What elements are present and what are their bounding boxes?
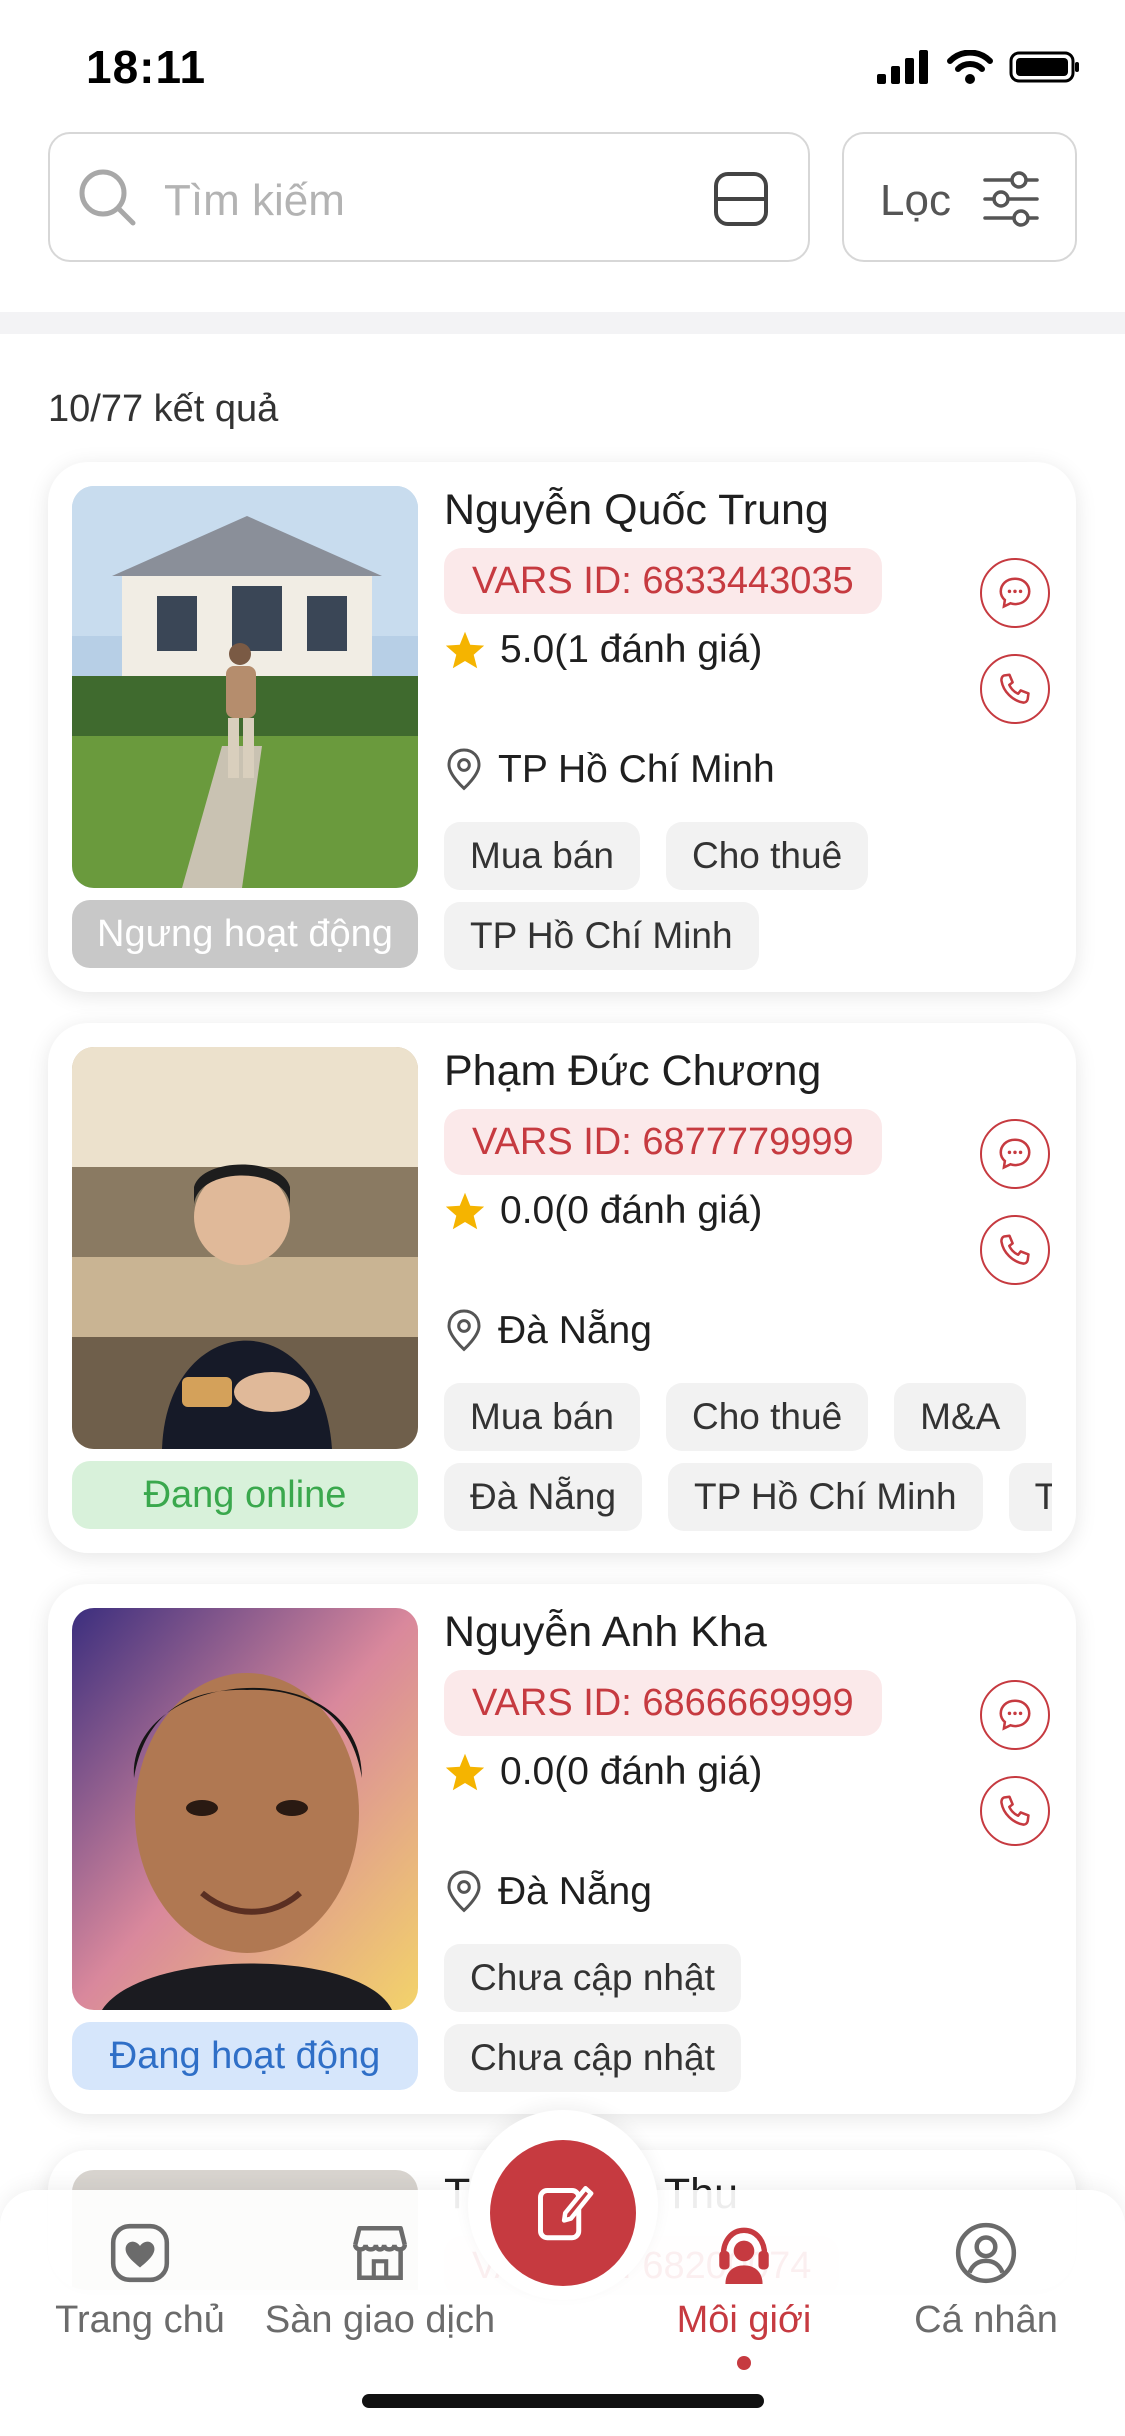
- broker-photo: [72, 1608, 418, 2010]
- status-badge: Ngưng hoạt động: [72, 900, 418, 968]
- search-input[interactable]: Tìm kiếm: [48, 132, 810, 262]
- tag: Chưa cập nhật: [444, 2024, 741, 2092]
- nav-label: Cá nhân: [914, 2299, 1058, 2341]
- search-placeholder: Tìm kiếm: [164, 176, 345, 225]
- nav-item-exchange[interactable]: Sàn giao dịch: [260, 2220, 500, 2342]
- sliders-icon: [983, 171, 1039, 227]
- status-badge: Đang hoạt động: [72, 2022, 418, 2090]
- nav-label: Môi giới: [676, 2299, 812, 2341]
- chat-bubble-icon: [999, 1138, 1031, 1170]
- location-pin-icon: [447, 1870, 481, 1913]
- phone-icon: [1000, 1234, 1030, 1265]
- tag: Cho thuê: [666, 822, 869, 890]
- service-tags: Mua bán Cho thuê M&A: [444, 1383, 1052, 1451]
- battery-icon: [1009, 51, 1079, 83]
- nav-label: Trang chủ: [55, 2299, 225, 2341]
- chat-button[interactable]: [980, 558, 1050, 628]
- service-tags: Mua bán Cho thuê: [444, 822, 1052, 890]
- chat-bubble-icon: [999, 1699, 1031, 1731]
- headset-icon: [719, 2227, 769, 2284]
- tag: Cho thuê: [666, 1383, 869, 1451]
- location-pin-icon: [447, 748, 481, 791]
- filter-label: Lọc: [880, 176, 951, 225]
- broker-photo: [72, 1047, 418, 1449]
- location: TP Hồ Chí Minh: [444, 748, 775, 792]
- tag: Đà Nẵng: [444, 1463, 643, 1531]
- create-post-button[interactable]: [490, 2140, 636, 2286]
- service-tags: Chưa cập nhật: [444, 1944, 1052, 2012]
- chat-button[interactable]: [980, 1119, 1050, 1189]
- call-button[interactable]: [980, 1215, 1050, 1285]
- active-indicator: [737, 2356, 751, 2370]
- nav-item-home[interactable]: Trang chủ: [20, 2220, 260, 2342]
- tag: Mua bán: [444, 822, 640, 890]
- broker-name: Phạm Đức Chương: [444, 1047, 822, 1095]
- broker-name: Nguyễn Anh Kha: [444, 1608, 767, 1656]
- broker-name: Nguyễn Quốc Trung: [444, 486, 829, 534]
- tag: Mua bán: [444, 1383, 640, 1451]
- area-tags: Đà Nẵng TP Hồ Chí Minh Tỉ: [444, 1463, 1052, 1531]
- broker-card[interactable]: Ngưng hoạt động Nguyễn Quốc Trung VARS I…: [48, 462, 1076, 992]
- rating: 5.0(1 đánh giá): [444, 628, 762, 672]
- home-indicator: [362, 2394, 764, 2408]
- nav-item-profile[interactable]: Cá nhân: [866, 2220, 1106, 2342]
- heart-home-icon: [110, 2223, 170, 2283]
- location: Đà Nẵng: [444, 1870, 652, 1914]
- filter-button[interactable]: Lọc: [842, 132, 1077, 262]
- user-icon: [955, 2222, 1017, 2284]
- status-badge: Đang online: [72, 1461, 418, 1529]
- broker-card[interactable]: Đang online Phạm Đức Chương VARS ID: 687…: [48, 1023, 1076, 1553]
- tag: TP Hồ Chí Minh: [668, 1463, 983, 1531]
- scan-icon[interactable]: [712, 170, 770, 228]
- vars-id-badge: VARS ID: 6866669999: [444, 1670, 882, 1736]
- area-tags: TP Hồ Chí Minh: [444, 902, 1052, 970]
- status-bar: 18:11: [0, 0, 1125, 130]
- rating: 0.0(0 đánh giá): [444, 1750, 762, 1794]
- nav-item-brokers[interactable]: Môi giới: [624, 2220, 864, 2370]
- result-count: 10/77 kết quả: [48, 388, 279, 430]
- star-icon: [445, 631, 485, 669]
- star-icon: [445, 1753, 485, 1791]
- rating-text: 5.0(1 đánh giá): [500, 628, 763, 671]
- star-icon: [445, 1192, 485, 1230]
- nav-label: Sàn giao dịch: [264, 2299, 496, 2341]
- location: Đà Nẵng: [444, 1309, 652, 1353]
- rating: 0.0(0 đánh giá): [444, 1189, 762, 1233]
- call-button[interactable]: [980, 654, 1050, 724]
- phone-icon: [1000, 1795, 1030, 1826]
- status-icons: [877, 50, 1081, 84]
- vars-id-badge: VARS ID: 6877779999: [444, 1109, 882, 1175]
- chat-button[interactable]: [980, 1680, 1050, 1750]
- rating-text: 0.0(0 đánh giá): [500, 1750, 763, 1793]
- area-tags: Chưa cập nhật: [444, 2024, 1052, 2092]
- chat-bubble-icon: [999, 577, 1031, 609]
- location-text: TP Hồ Chí Minh: [498, 748, 775, 791]
- tag: TP Hồ Chí Minh: [444, 902, 759, 970]
- rating-text: 0.0(0 đánh giá): [500, 1189, 763, 1232]
- edit-note-icon: [538, 2186, 594, 2241]
- header-divider: [0, 312, 1125, 334]
- phone-icon: [1000, 673, 1030, 704]
- location-pin-icon: [447, 1309, 481, 1352]
- broker-photo: [72, 486, 418, 888]
- call-button[interactable]: [980, 1776, 1050, 1846]
- signal-icon: [877, 50, 928, 84]
- wifi-icon: [947, 50, 993, 84]
- vars-id-badge: VARS ID: 6833443035: [444, 548, 882, 614]
- tag: M&A: [894, 1383, 1027, 1451]
- tag: Tỉ: [1008, 1463, 1052, 1531]
- status-time: 18:11: [86, 41, 207, 93]
- location-text: Đà Nẵng: [498, 1870, 652, 1913]
- location-text: Đà Nẵng: [498, 1309, 652, 1352]
- tag: Chưa cập nhật: [444, 1944, 741, 2012]
- broker-card[interactable]: Đang hoạt động Nguyễn Anh Kha VARS ID: 6…: [48, 1584, 1076, 2114]
- storefront-icon: [352, 2225, 408, 2281]
- search-icon: [79, 169, 136, 226]
